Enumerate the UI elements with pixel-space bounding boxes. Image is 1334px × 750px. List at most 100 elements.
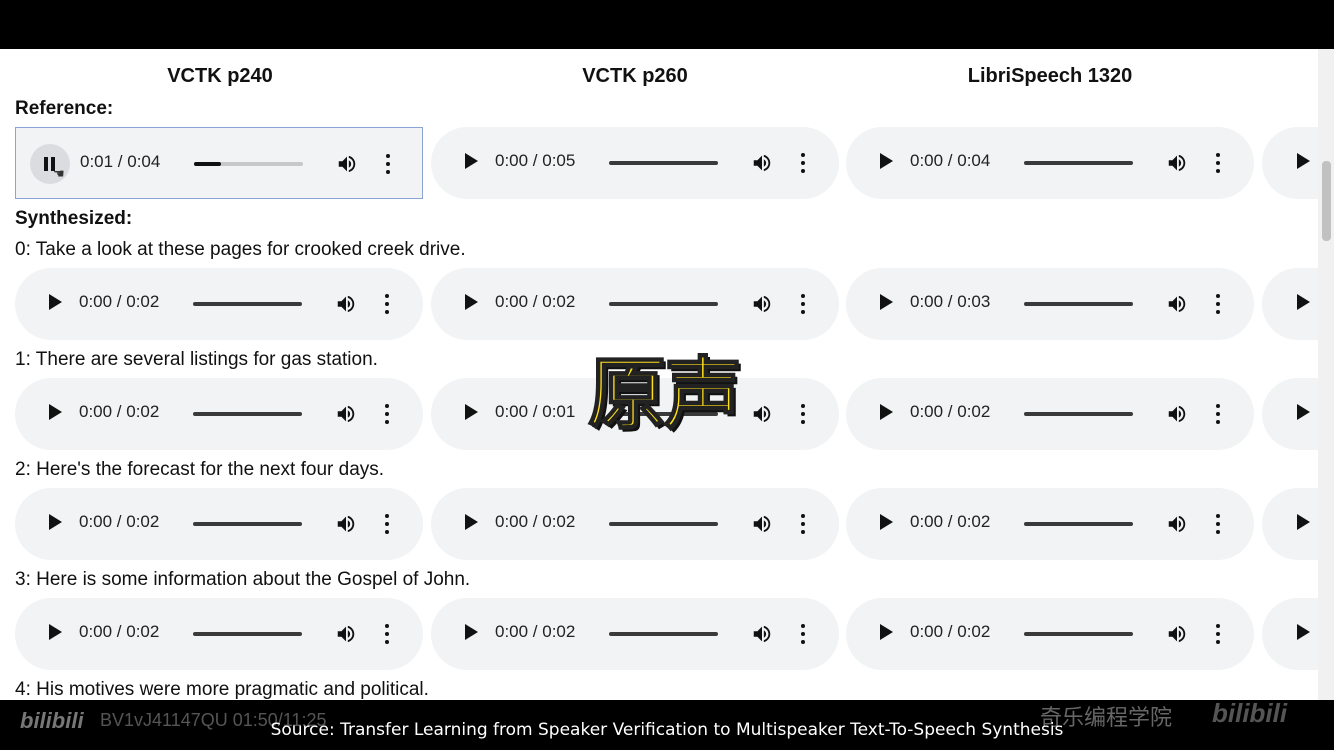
audio-progress-slider[interactable] xyxy=(609,302,718,306)
play-icon[interactable] xyxy=(465,404,478,420)
play-icon[interactable] xyxy=(880,404,893,420)
sentence-label: 1: There are several listings for gas st… xyxy=(15,349,378,370)
volume-icon[interactable] xyxy=(335,623,357,645)
play-icon[interactable] xyxy=(1297,514,1310,530)
audio-progress-slider[interactable] xyxy=(193,412,302,416)
play-icon[interactable] xyxy=(1297,624,1310,640)
more-options-icon[interactable] xyxy=(385,624,389,644)
volume-icon[interactable] xyxy=(751,293,773,315)
page-scrollbar[interactable] xyxy=(1318,49,1334,700)
volume-icon[interactable] xyxy=(751,403,773,425)
volume-icon[interactable] xyxy=(335,293,357,315)
more-options-icon[interactable] xyxy=(801,624,805,644)
more-options-icon[interactable] xyxy=(801,514,805,534)
audio-time-display: 0:00 / 0:01 xyxy=(495,402,576,421)
more-options-icon[interactable] xyxy=(801,404,805,424)
volume-icon[interactable] xyxy=(751,152,773,174)
video-top-letterbox xyxy=(0,0,1334,49)
volume-icon[interactable] xyxy=(1166,623,1188,645)
column-header-vctk-p260: VCTK p260 xyxy=(582,65,688,87)
play-icon[interactable] xyxy=(880,153,893,169)
sentence-label: 4: His motives were more pragmatic and p… xyxy=(15,679,429,700)
volume-icon[interactable] xyxy=(1166,403,1188,425)
column-header-librispeech-1320: LibriSpeech 1320 xyxy=(967,65,1133,87)
volume-icon[interactable] xyxy=(751,623,773,645)
audio-progress-slider[interactable] xyxy=(609,632,718,636)
play-icon[interactable] xyxy=(49,514,62,530)
audio-time-display: 0:00 / 0:03 xyxy=(910,292,991,311)
sentence-label: 2: Here's the forecast for the next four… xyxy=(15,459,385,480)
play-icon[interactable] xyxy=(465,294,478,310)
play-icon[interactable] xyxy=(465,624,478,640)
more-options-icon[interactable] xyxy=(385,404,389,424)
audio-player[interactable]: 0:00 / 0:02 xyxy=(846,598,1254,670)
play-icon[interactable] xyxy=(465,153,478,169)
audio-time-display: 0:00 / 0:02 xyxy=(79,292,160,311)
more-options-icon[interactable] xyxy=(385,294,389,314)
mouse-pointer-icon: ☚ xyxy=(53,166,65,181)
audio-player[interactable]: 0:00 / 0:02 xyxy=(15,378,423,450)
audio-time-display: 0:00 / 0:02 xyxy=(495,512,576,531)
volume-icon[interactable] xyxy=(1166,513,1188,535)
audio-progress-slider[interactable] xyxy=(1024,412,1133,416)
audio-progress-slider[interactable] xyxy=(193,522,302,526)
column-header-vctk-p240: VCTK p240 xyxy=(167,65,273,87)
synthesized-label: Synthesized: xyxy=(15,208,133,229)
audio-player[interactable]: 0:00 / 0:02 xyxy=(431,268,839,340)
play-icon[interactable] xyxy=(1297,294,1310,310)
volume-icon[interactable] xyxy=(751,513,773,535)
reference-label: Reference: xyxy=(15,98,114,119)
volume-icon[interactable] xyxy=(1166,293,1188,315)
more-options-icon[interactable] xyxy=(385,514,389,534)
audio-player[interactable]: 0:00 / 0:02 xyxy=(15,598,423,670)
audio-time-display: 0:00 / 0:02 xyxy=(79,402,160,421)
pause-button[interactable]: ☚ xyxy=(30,144,70,184)
source-caption: Source: Transfer Learning from Speaker V… xyxy=(270,720,1064,740)
audio-progress-slider[interactable] xyxy=(609,522,718,526)
play-icon[interactable] xyxy=(465,514,478,530)
more-options-icon[interactable] xyxy=(386,154,390,174)
play-icon[interactable] xyxy=(880,514,893,530)
audio-player[interactable]: 0:00 / 0:02 xyxy=(431,488,839,560)
audio-progress-slider[interactable] xyxy=(194,162,303,166)
play-icon[interactable] xyxy=(880,294,893,310)
scrollbar-thumb[interactable] xyxy=(1322,161,1331,241)
audio-player[interactable]: 0:00 / 0:05 xyxy=(431,127,839,199)
more-options-icon[interactable] xyxy=(1216,153,1220,173)
audio-progress-slider[interactable] xyxy=(1024,161,1133,165)
play-icon[interactable] xyxy=(880,624,893,640)
play-icon[interactable] xyxy=(49,404,62,420)
audio-player[interactable]: 0:00 / 0:02 xyxy=(846,488,1254,560)
audio-progress-slider[interactable] xyxy=(193,302,302,306)
audio-player[interactable]: 0:00 / 0:02 xyxy=(846,378,1254,450)
audio-time-display: 0:00 / 0:02 xyxy=(495,622,576,641)
audio-player[interactable]: 0:00 / 0:02 xyxy=(431,598,839,670)
audio-player[interactable]: 0:00 / 0:04 xyxy=(846,127,1254,199)
audio-player[interactable]: 0:00 / 0:03 xyxy=(846,268,1254,340)
play-icon[interactable] xyxy=(1297,404,1310,420)
audio-progress-slider[interactable] xyxy=(1024,632,1133,636)
sentence-label: 3: Here is some information about the Go… xyxy=(15,569,471,590)
play-icon[interactable] xyxy=(1297,153,1310,169)
volume-icon[interactable] xyxy=(335,513,357,535)
more-options-icon[interactable] xyxy=(1216,514,1220,534)
volume-icon[interactable] xyxy=(336,153,358,175)
more-options-icon[interactable] xyxy=(1216,294,1220,314)
more-options-icon[interactable] xyxy=(1216,624,1220,644)
play-icon[interactable] xyxy=(49,624,62,640)
audio-progress-slider[interactable] xyxy=(1024,522,1133,526)
audio-time-display: 0:00 / 0:02 xyxy=(79,622,160,641)
volume-icon[interactable] xyxy=(335,403,357,425)
volume-icon[interactable] xyxy=(1166,152,1188,174)
more-options-icon[interactable] xyxy=(801,153,805,173)
audio-player[interactable]: 0:00 / 0:02 xyxy=(15,488,423,560)
more-options-icon[interactable] xyxy=(801,294,805,314)
more-options-icon[interactable] xyxy=(1216,404,1220,424)
audio-time-display: 0:00 / 0:04 xyxy=(910,151,991,170)
audio-progress-slider[interactable] xyxy=(1024,302,1133,306)
audio-player[interactable]: ☚ 0:01 / 0:04 xyxy=(15,127,423,199)
audio-player[interactable]: 0:00 / 0:02 xyxy=(15,268,423,340)
audio-progress-slider[interactable] xyxy=(193,632,302,636)
audio-progress-slider[interactable] xyxy=(609,161,718,165)
play-icon[interactable] xyxy=(49,294,62,310)
